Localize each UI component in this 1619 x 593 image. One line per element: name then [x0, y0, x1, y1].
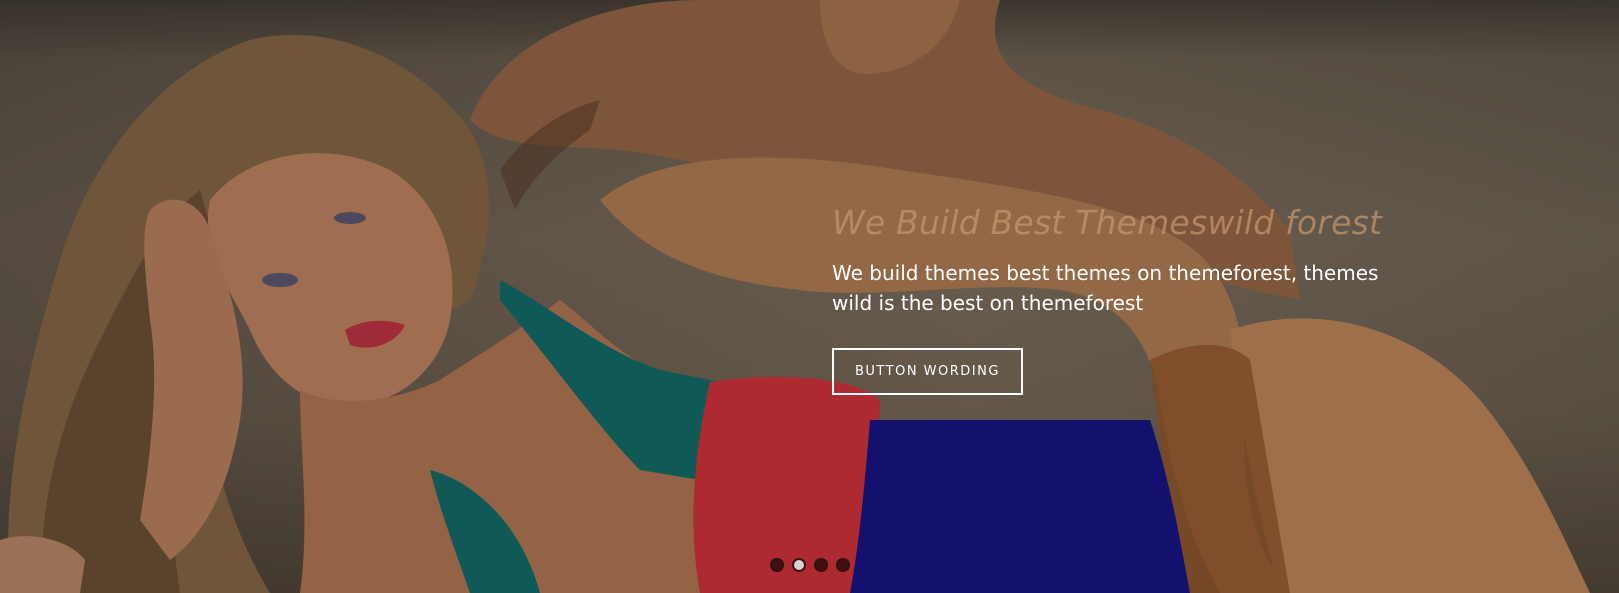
- hero-slider: We Build Best Themeswild forest We build…: [0, 0, 1619, 593]
- slide-title: We Build Best Themeswild forest: [832, 203, 1383, 242]
- slider-dot-1[interactable]: [770, 558, 784, 572]
- slide-description: We build themes best themes on themefore…: [832, 261, 1379, 315]
- slider-pagination: [770, 558, 850, 572]
- slider-dot-3[interactable]: [814, 558, 828, 572]
- slide-caption: We Build Best Themeswild forest We build…: [832, 200, 1392, 395]
- slider-dot-2[interactable]: [792, 558, 806, 572]
- cta-button[interactable]: BUTTON WORDING: [832, 348, 1023, 395]
- slider-dot-4[interactable]: [836, 558, 850, 572]
